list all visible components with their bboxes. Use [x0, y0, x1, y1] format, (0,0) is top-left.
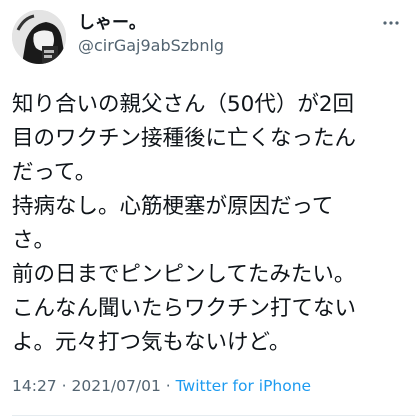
more-options-icon[interactable] [381, 14, 401, 26]
tweet-card: しゃー。 @cirGaj9abSzbnlg 知り合いの親父さん（50代）が2回 … [0, 0, 415, 420]
username[interactable]: @cirGaj9abSzbnlg [78, 36, 378, 56]
avatar-illustration-icon [12, 10, 66, 64]
display-name[interactable]: しゃー。 [78, 12, 378, 34]
tweet-text-line: 目のワクチン接種後に亡くなったん [12, 126, 357, 151]
meta-separator: · [165, 377, 171, 395]
tweet-text-line: こんなん聞いたらワクチン打てない [12, 296, 357, 321]
tweet-time[interactable]: 14:27 [12, 377, 57, 395]
tweet-text-line: 前の日までピンピンしてたみたい。 [12, 262, 356, 287]
avatar[interactable] [12, 10, 66, 64]
tweet-source-link[interactable]: Twitter for iPhone [176, 377, 311, 395]
tweet-meta: 14:27 · 2021/07/01 · Twitter for iPhone [12, 376, 311, 396]
tweet-text-line: 知り合いの親父さん（50代）が2回 [12, 92, 355, 117]
tweet-header: しゃー。 @cirGaj9abSzbnlg [78, 12, 378, 56]
divider [12, 415, 415, 416]
tweet-date[interactable]: 2021/07/01 [71, 377, 160, 395]
tweet-text-line: よ。元々打つ気もないけど。 [12, 330, 291, 355]
tweet-text-line: 持病なし。心筋梗塞が原因だって [12, 194, 334, 219]
meta-separator: · [61, 377, 67, 395]
tweet-text-line: だって。 [12, 160, 97, 185]
tweet-text: 知り合いの親父さん（50代）が2回 目のワクチン接種後に亡くなったん だって。 … [12, 88, 408, 360]
tweet-text-line: さ。 [12, 228, 56, 253]
